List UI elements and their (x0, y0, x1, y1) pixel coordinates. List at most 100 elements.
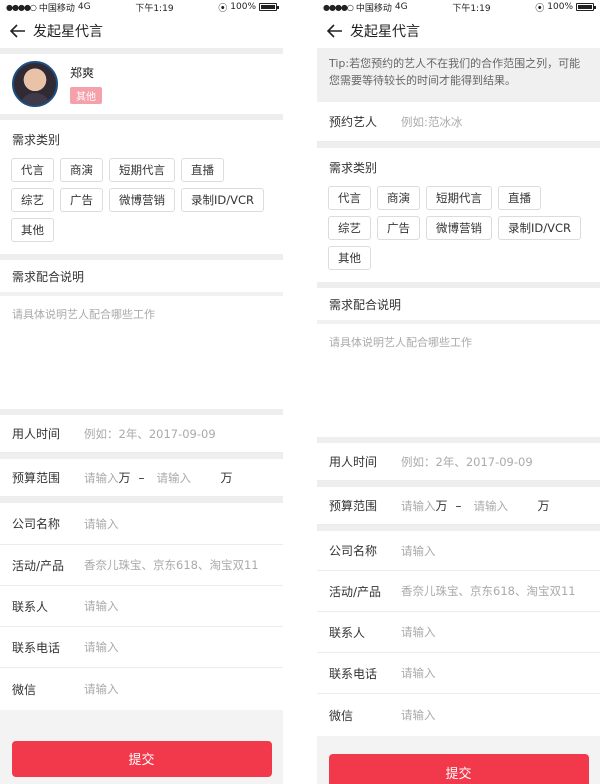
tag-option[interactable]: 综艺 (11, 188, 54, 212)
carrier: 中国移动 (38, 3, 75, 14)
battery-icon (259, 3, 279, 11)
wechat-input[interactable]: 请输入 (401, 707, 436, 723)
budget-max-input[interactable]: 请输入 (157, 470, 221, 486)
activity-input[interactable]: 香奈儿珠宝、京东618、淘宝双11 (84, 557, 259, 573)
budget-unit: 万 (435, 499, 448, 513)
signal-icon: ●●●●○ (6, 2, 37, 12)
activity-label: 活动/产品 (329, 584, 382, 599)
back-arrow-icon[interactable] (10, 22, 28, 40)
status-bar: ●●●●○ 中国移动 4G 下午1:19 ⦿ 100% (317, 0, 600, 14)
company-label: 公司名称 (329, 544, 378, 558)
budget-min-input[interactable]: 请输入 (84, 470, 119, 486)
nav-bar: 发起星代言 (317, 14, 600, 48)
carrier: 中国移动 (355, 3, 392, 14)
budget-row: 预算范围 请输入 万 – 请输入 万 (0, 459, 283, 497)
activity-label: 活动/产品 (12, 558, 65, 573)
tag-option[interactable]: 微博营销 (109, 188, 175, 212)
status-bar: ●●●●○ 中国移动 4G 下午1:19 ⦿ 100% (0, 0, 283, 14)
company-input[interactable]: 请输入 (401, 543, 436, 559)
tag-option[interactable]: 综艺 (328, 216, 371, 240)
contact-input[interactable]: 请输入 (401, 624, 436, 640)
tag-option[interactable]: 其他 (328, 246, 371, 270)
wechat-label: 微信 (329, 708, 354, 723)
phone-input[interactable]: 请输入 (84, 639, 119, 655)
tag-option[interactable]: 直播 (498, 186, 541, 210)
artist-tag-badge: 其他 (70, 87, 102, 104)
clock: 下午1:19 (135, 3, 174, 14)
submit-button[interactable]: 提交 (11, 740, 272, 777)
company-row: 公司名称 请输入 (0, 503, 283, 545)
demand-tag-list: 代言 商演 短期代言 直播 综艺 广告 微博营销 录制ID/VCR 其他 (0, 158, 283, 242)
cooperation-title: 需求配合说明 (329, 297, 402, 312)
company-row: 公司名称 请输入 (317, 531, 600, 571)
left-screen: ●●●●○ 中国移动 4G 下午1:19 ⦿ 100% 发起星代言 郑爽 其他 … (0, 0, 283, 784)
tag-option[interactable]: 录制ID/VCR (181, 188, 265, 212)
company-input[interactable]: 请输入 (84, 516, 119, 532)
phone-row: 联系电话 请输入 (317, 653, 600, 694)
budget-dash: – (455, 498, 462, 513)
tag-option[interactable]: 广告 (377, 216, 420, 240)
tag-option[interactable]: 直播 (181, 158, 224, 182)
activity-row: 活动/产品 香奈儿珠宝、京东618、淘宝双11 (317, 571, 600, 612)
time-row: 用人时间 例如：2年、2017-09-09 (317, 443, 600, 481)
phone-input[interactable]: 请输入 (401, 665, 436, 681)
tag-option[interactable]: 商演 (60, 158, 103, 182)
tag-option[interactable]: 代言 (11, 158, 54, 182)
wechat-row: 微信 请输入 (317, 694, 600, 736)
time-row: 用人时间 例如：2年、2017-09-09 (0, 415, 283, 453)
tag-option[interactable]: 录制ID/VCR (498, 216, 582, 240)
artist-row: 预约艺人 例如:范冰冰 (317, 102, 600, 142)
cooperation-textarea[interactable]: 请具体说明艺人配合哪些工作 (0, 296, 283, 409)
contact-row: 联系人 请输入 (0, 586, 283, 627)
demand-category-title: 需求类别 (329, 160, 378, 175)
tag-option[interactable]: 其他 (11, 218, 54, 242)
wechat-input[interactable]: 请输入 (84, 681, 119, 697)
artist-name: 郑爽 (70, 66, 95, 80)
right-screen: ●●●●○ 中国移动 4G 下午1:19 ⦿ 100% 发起星代言 Tip:若您… (317, 0, 600, 784)
battery-percent: 100% (230, 2, 256, 12)
budget-dash: – (138, 470, 145, 485)
time-label: 用人时间 (12, 427, 61, 441)
activity-row: 活动/产品 香奈儿珠宝、京东618、淘宝双11 (0, 545, 283, 586)
signal-icon: ●●●●○ (323, 2, 354, 12)
time-label: 用人时间 (329, 455, 378, 469)
tag-option[interactable]: 短期代言 (426, 186, 492, 210)
budget-row: 预算范围 请输入 万 – 请输入 万 (317, 487, 600, 525)
budget-min-input[interactable]: 请输入 (401, 498, 436, 514)
time-input[interactable]: 例如：2年、2017-09-09 (401, 454, 533, 470)
wechat-label: 微信 (12, 682, 37, 697)
tag-option[interactable]: 商演 (377, 186, 420, 210)
avatar (12, 61, 58, 107)
phone-row: 联系电话 请输入 (0, 627, 283, 668)
contact-label: 联系人 (329, 625, 366, 640)
budget-unit: 万 (537, 499, 550, 513)
company-label: 公司名称 (12, 517, 61, 531)
artist-profile[interactable]: 郑爽 其他 (0, 54, 283, 114)
clock: 下午1:19 (452, 3, 491, 14)
activity-input[interactable]: 香奈儿珠宝、京东618、淘宝双11 (401, 583, 576, 599)
network-type: 4G (394, 2, 408, 12)
tag-option[interactable]: 微博营销 (426, 216, 492, 240)
orientation-lock-icon: ⦿ (218, 3, 228, 14)
budget-unit: 万 (220, 471, 233, 485)
footer: 提交 (317, 736, 600, 784)
cooperation-textarea[interactable]: 请具体说明艺人配合哪些工作 (317, 324, 600, 437)
tag-option[interactable]: 短期代言 (109, 158, 175, 182)
phone-label: 联系电话 (329, 666, 378, 681)
contact-input[interactable]: 请输入 (84, 598, 119, 614)
demand-category-title: 需求类别 (12, 132, 61, 147)
tag-option[interactable]: 代言 (328, 186, 371, 210)
phone-label: 联系电话 (12, 640, 61, 655)
demand-tag-list: 代言 商演 短期代言 直播 综艺 广告 微博营销 录制ID/VCR 其他 (317, 186, 600, 270)
tag-option[interactable]: 广告 (60, 188, 103, 212)
cooperation-title: 需求配合说明 (12, 269, 85, 284)
time-input[interactable]: 例如：2年、2017-09-09 (84, 426, 216, 442)
page-title: 发起星代言 (350, 24, 420, 40)
artist-input[interactable]: 例如:范冰冰 (401, 114, 462, 130)
back-arrow-icon[interactable] (327, 22, 345, 40)
budget-label: 预算范围 (329, 499, 378, 513)
battery-icon (576, 3, 596, 11)
contact-label: 联系人 (12, 599, 49, 614)
budget-max-input[interactable]: 请输入 (474, 498, 538, 514)
submit-button[interactable]: 提交 (328, 754, 589, 784)
